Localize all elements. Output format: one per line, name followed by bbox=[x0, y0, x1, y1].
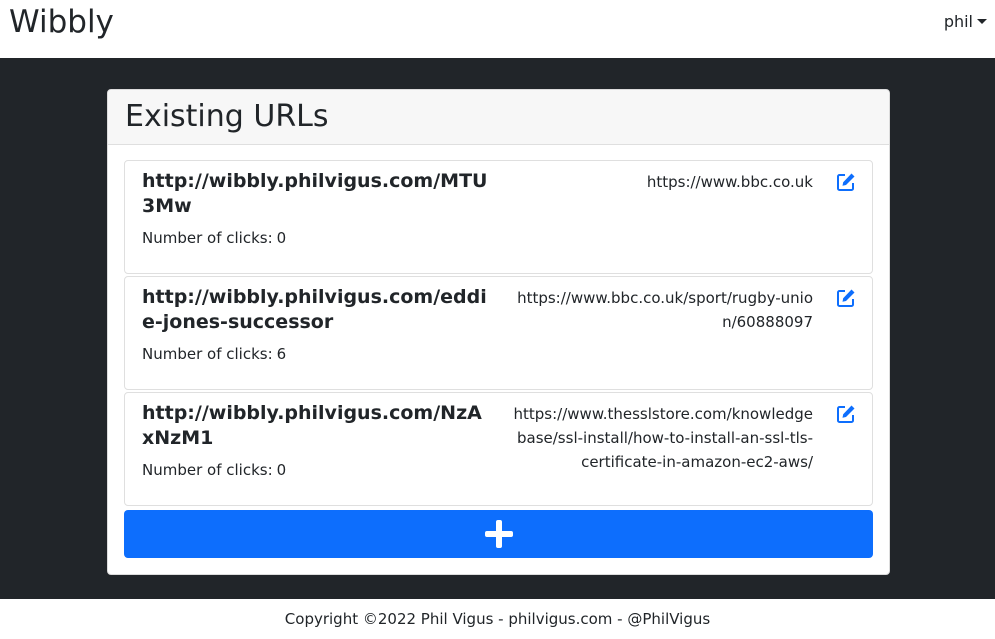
click-count-value: 6 bbox=[276, 345, 287, 363]
caret-down-icon bbox=[977, 19, 987, 24]
footer: Copyright ©2022 Phil Vigus - philvigus.c… bbox=[0, 599, 995, 636]
main-content: Existing URLs http://wibbly.philvigus.co… bbox=[0, 58, 995, 599]
edit-icon[interactable] bbox=[836, 404, 856, 424]
click-count-label: Number of clicks: bbox=[142, 345, 273, 363]
urls-card: Existing URLs http://wibbly.philvigus.co… bbox=[107, 89, 890, 575]
click-count: Number of clicks: 0 bbox=[142, 459, 286, 481]
click-count-value: 0 bbox=[276, 461, 287, 479]
url-list-item: http://wibbly.philvigus.com/NzAxNzM1 Num… bbox=[124, 392, 873, 506]
destination-url: https://www.bbc.co.uk/sport/rugby-union/… bbox=[517, 289, 813, 331]
brand-logo[interactable]: Wibbly bbox=[9, 2, 114, 42]
user-name: phil bbox=[943, 12, 973, 31]
navbar: Wibbly phil bbox=[0, 0, 995, 58]
plus-icon bbox=[484, 520, 513, 548]
page-title: Existing URLs bbox=[125, 99, 329, 134]
click-count-label: Number of clicks: bbox=[142, 461, 273, 479]
add-url-button[interactable] bbox=[124, 510, 873, 558]
click-count-value: 0 bbox=[276, 229, 287, 247]
url-list: http://wibbly.philvigus.com/MTU3Mw Numbe… bbox=[124, 160, 873, 508]
destination-url: https://www.thesslstore.com/knowledgebas… bbox=[513, 405, 813, 471]
click-count: Number of clicks: 0 bbox=[142, 227, 286, 249]
click-count-label: Number of clicks: bbox=[142, 229, 273, 247]
destination-url: https://www.bbc.co.uk bbox=[646, 173, 813, 191]
short-url-link[interactable]: http://wibbly.philvigus.com/NzAxNzM1 bbox=[142, 401, 492, 451]
edit-icon[interactable] bbox=[836, 172, 856, 192]
click-count: Number of clicks: 6 bbox=[142, 343, 286, 365]
short-url-link[interactable]: http://wibbly.philvigus.com/eddie-jones-… bbox=[142, 285, 492, 335]
edit-icon[interactable] bbox=[836, 288, 856, 308]
user-menu-dropdown[interactable]: phil bbox=[944, 12, 987, 31]
copyright-text: Copyright ©2022 Phil Vigus - philvigus.c… bbox=[284, 610, 711, 628]
url-list-item: http://wibbly.philvigus.com/eddie-jones-… bbox=[124, 276, 873, 390]
url-list-item: http://wibbly.philvigus.com/MTU3Mw Numbe… bbox=[124, 160, 873, 274]
short-url-link[interactable]: http://wibbly.philvigus.com/MTU3Mw bbox=[142, 169, 492, 219]
card-header: Existing URLs bbox=[108, 90, 889, 145]
